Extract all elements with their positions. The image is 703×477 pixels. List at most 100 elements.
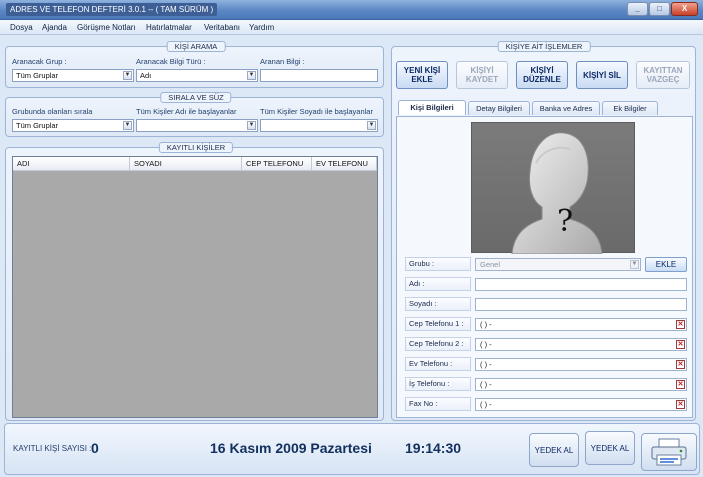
record-count-label: KAYITLI KİŞİ SAYISI : — [13, 444, 92, 453]
contact-photo[interactable]: ? — [471, 122, 635, 255]
fax-label: Fax No : — [405, 397, 471, 411]
mobile1-field[interactable]: ( ) - — [475, 318, 687, 331]
tab-ek-bilgiler[interactable]: Ek Bilgiler — [602, 101, 658, 115]
clear-work-phone-icon[interactable]: ✕ — [676, 380, 685, 389]
column-header-adi[interactable]: ADI — [13, 157, 130, 171]
chevron-down-icon[interactable]: ▼ — [367, 121, 376, 130]
save-contact-line2: KAYDET — [465, 75, 499, 84]
group-select[interactable]: Tüm Gruplar ▼ — [12, 69, 134, 82]
group-field-value: Genel — [480, 260, 501, 269]
title-bar: ADRES VE TELEFON DEFTERİ 3.0.1 -- ( TAM … — [0, 0, 703, 20]
menu-bar: Dosya Ajanda Görüşme Notları Hatırlatmal… — [0, 20, 703, 35]
chevron-down-icon[interactable]: ▼ — [247, 121, 256, 130]
contacts-grid[interactable]: ADI SOYADI CEP TELEFONU EV TELEFONU — [12, 156, 378, 418]
column-header-cep-telefonu[interactable]: CEP TELEFONU — [242, 157, 312, 171]
minimize-button[interactable]: _ — [627, 2, 648, 16]
print-button[interactable] — [641, 433, 697, 471]
status-bar: KAYITLI KİŞİ SAYISI : 0 16 Kasım 2009 Pa… — [4, 423, 700, 475]
new-contact-button[interactable]: YENİ KİŞİ EKLE — [396, 61, 448, 89]
work-phone-label: İş Telefonu : — [405, 377, 471, 391]
maximize-button[interactable]: □ — [649, 2, 670, 16]
last-name-filter-label: Tüm Kişiler Soyadı ile başlayanlar — [260, 107, 373, 116]
tab-kisi-bilgileri[interactable]: Kişi Bilgileri — [398, 100, 466, 115]
menu-ajanda[interactable]: Ajanda — [42, 21, 67, 34]
cancel-edit-line1: KAYITTAN — [643, 66, 683, 75]
edit-contact-line2: DÜZENLE — [523, 75, 561, 84]
chevron-down-icon[interactable]: ▼ — [123, 71, 132, 80]
first-name-filter-select[interactable]: ▼ — [136, 119, 258, 132]
current-time: 19:14:30 — [405, 440, 462, 456]
last-name-filter-select[interactable]: ▼ — [260, 119, 378, 132]
menu-hatirlatmalar[interactable]: Hatırlatmalar — [146, 21, 192, 34]
cancel-edit-button[interactable]: KAYITTAN VAZGEÇ — [636, 61, 690, 89]
delete-contact-button[interactable]: KİŞİYİ SİL — [576, 61, 628, 89]
menu-dosya[interactable]: Dosya — [10, 21, 33, 34]
search-panel: KİŞİ ARAMA Aranacak Grup : Tüm Gruplar ▼… — [5, 41, 384, 88]
chevron-down-icon[interactable]: ▼ — [630, 260, 639, 269]
group-label: Aranacak Grup : — [12, 57, 67, 66]
search-panel-title: KİŞİ ARAMA — [166, 41, 226, 52]
group-field-label: Grubu : — [405, 257, 471, 271]
home-phone-field[interactable]: ( ) - — [475, 358, 687, 371]
column-header-soyadi[interactable]: SOYADI — [130, 157, 242, 171]
person-placeholder-icon: ? — [511, 132, 603, 255]
detail-tabs: Kişi Bilgileri Detay Bilgileri Banka ve … — [396, 100, 693, 117]
group-sort-select-value: Tüm Gruplar — [16, 121, 59, 130]
menu-veritabani[interactable]: Veritabanı — [204, 21, 240, 34]
clear-mobile2-icon[interactable]: ✕ — [676, 340, 685, 349]
edit-contact-button[interactable]: KİŞİYİ DÜZENLE — [516, 61, 568, 89]
info-type-label: Aranacak Bilgi Türü : — [136, 57, 206, 66]
actions-panel-title: KİŞİYE AİT İŞLEMLER — [497, 41, 591, 52]
save-contact-line1: KİŞİYİ — [470, 66, 494, 75]
mobile2-label: Cep Telefonu 2 : — [405, 337, 471, 351]
window-title: ADRES VE TELEFON DEFTERİ 3.0.1 -- ( TAM … — [6, 3, 218, 16]
menu-gorusme-notlari[interactable]: Görüşme Notları — [77, 21, 136, 34]
contact-actions-panel: KİŞİYE AİT İŞLEMLER YENİ KİŞİ EKLE KİŞİYİ… — [391, 41, 696, 421]
backup-button-1[interactable]: YEDEK AL — [529, 433, 579, 467]
chevron-down-icon[interactable]: ▼ — [247, 71, 256, 80]
first-name-field[interactable] — [475, 278, 687, 291]
new-contact-line1: YENİ KİŞİ — [403, 66, 441, 75]
search-label: Aranan Bilgi : — [260, 57, 305, 66]
work-phone-field[interactable]: ( ) - — [475, 378, 687, 391]
first-name-filter-label: Tüm Kişiler Adı ile başlayanlar — [136, 107, 237, 116]
sort-panel-title: SIRALA VE SÜZ — [160, 92, 232, 103]
fax-field[interactable]: ( ) - — [475, 398, 687, 411]
last-name-label: Soyadı : — [405, 297, 471, 311]
group-field-select[interactable]: Genel ▼ — [475, 258, 641, 271]
tab-banka-ve-adres[interactable]: Banka ve Adres — [532, 101, 600, 115]
printer-icon — [651, 438, 687, 466]
cancel-edit-line2: VAZGEÇ — [646, 75, 680, 84]
column-header-ev-telefonu[interactable]: EV TELEFONU — [312, 157, 377, 171]
tab-content-kisi-bilgileri: ? Grubu : Genel ▼ EKLE Adı : Soyadı : Ce… — [396, 116, 693, 418]
contacts-panel-title: KAYITLI KİŞİLER — [158, 142, 234, 153]
group-select-value: Tüm Gruplar — [16, 71, 59, 80]
current-date: 16 Kasım 2009 Pazartesi — [210, 440, 372, 456]
group-sort-label: Grubunda olanları sırala — [12, 107, 93, 116]
save-contact-button[interactable]: KİŞİYİ KAYDET — [456, 61, 508, 89]
chevron-down-icon[interactable]: ▼ — [123, 121, 132, 130]
question-mark: ? — [557, 204, 573, 239]
sort-filter-panel: SIRALA VE SÜZ Grubunda olanları sırala T… — [5, 92, 384, 137]
contacts-panel: KAYITLI KİŞİLER ADI SOYADI CEP TELEFONU … — [5, 142, 384, 421]
group-sort-select[interactable]: Tüm Gruplar ▼ — [12, 119, 134, 132]
edit-contact-line1: KİŞİYİ — [530, 66, 554, 75]
search-input[interactable] — [260, 69, 378, 82]
delete-contact-label: KİŞİYİ SİL — [583, 70, 621, 80]
record-count-value: 0 — [91, 440, 99, 456]
clear-fax-icon[interactable]: ✕ — [676, 400, 685, 409]
new-contact-line2: EKLE — [411, 75, 433, 84]
last-name-field[interactable] — [475, 298, 687, 311]
mobile2-field[interactable]: ( ) - — [475, 338, 687, 351]
info-type-select[interactable]: Adı ▼ — [136, 69, 258, 82]
close-button[interactable]: X — [671, 2, 698, 16]
add-group-button[interactable]: EKLE — [645, 257, 687, 272]
info-type-select-value: Adı — [140, 71, 152, 80]
menu-yardim[interactable]: Yardım — [249, 21, 274, 34]
tab-detay-bilgileri[interactable]: Detay Bilgileri — [468, 101, 530, 115]
clear-mobile1-icon[interactable]: ✕ — [676, 320, 685, 329]
clear-home-phone-icon[interactable]: ✕ — [676, 360, 685, 369]
first-name-label: Adı : — [405, 277, 471, 291]
backup-button-2[interactable]: YEDEK AL — [585, 431, 635, 465]
mobile1-label: Cep Telefonu 1 : — [405, 317, 471, 331]
